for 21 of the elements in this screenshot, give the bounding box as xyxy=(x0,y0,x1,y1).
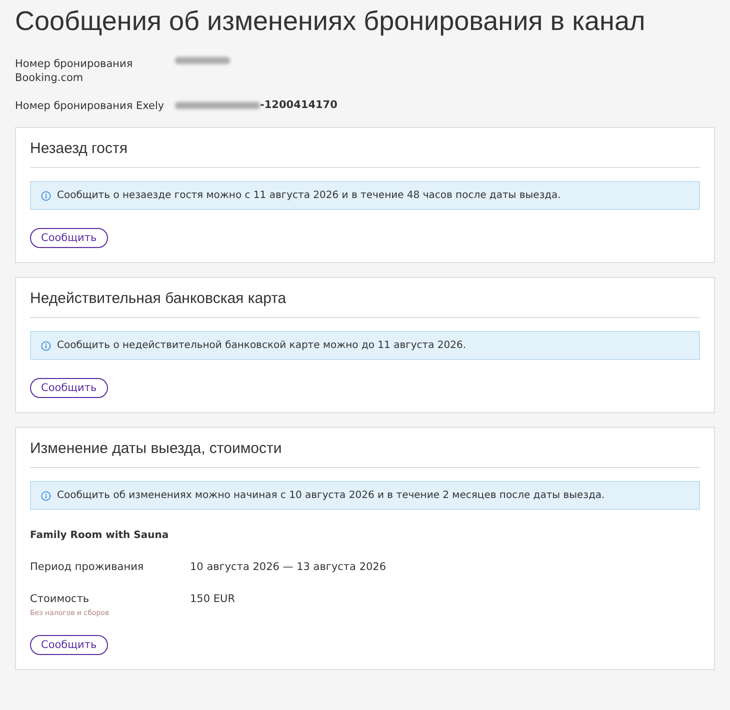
room-name: Family Room with Sauna xyxy=(30,530,170,541)
section-title: Недействительная банковская карта xyxy=(30,288,700,318)
booking-number: -1200414170 xyxy=(260,99,338,111)
field-label: Номер бронирования Exely xyxy=(15,99,166,113)
detail-label: Период проживания xyxy=(30,561,145,573)
report-button[interactable]: Сообщить xyxy=(30,228,108,248)
detail-value: 10 августа 2026 — 13 августа 2026 xyxy=(190,561,388,573)
info-icon xyxy=(41,340,51,350)
page-title: Сообщения об изменениях бронирования в канал xyxy=(15,6,646,37)
info-icon xyxy=(41,190,51,200)
field-label: Номер бронирования Booking.com xyxy=(15,57,134,85)
report-button[interactable]: Сообщить xyxy=(30,635,108,655)
notice-text: Сообщить о недействительной банковской карте можно до 11 августа 2026. xyxy=(57,340,466,351)
report-button[interactable]: Сообщить xyxy=(30,378,108,398)
notice-text: Сообщить о незаезде гостя можно с 11 августа 2026 и в течение 48 часов после даты выезда. xyxy=(57,190,561,201)
info-icon xyxy=(41,490,51,500)
section-title: Изменение даты выезда, стоимости xyxy=(30,438,700,468)
section-title: Незаезд гостя xyxy=(30,138,700,168)
detail-value: 150 EUR xyxy=(190,593,236,607)
detail-label: Стоимость xyxy=(30,593,90,605)
notice-text: Сообщить об изменениях можно начиная с 10 августа 2026 и в течение 2 месяцев после даты выезда. xyxy=(57,490,605,501)
